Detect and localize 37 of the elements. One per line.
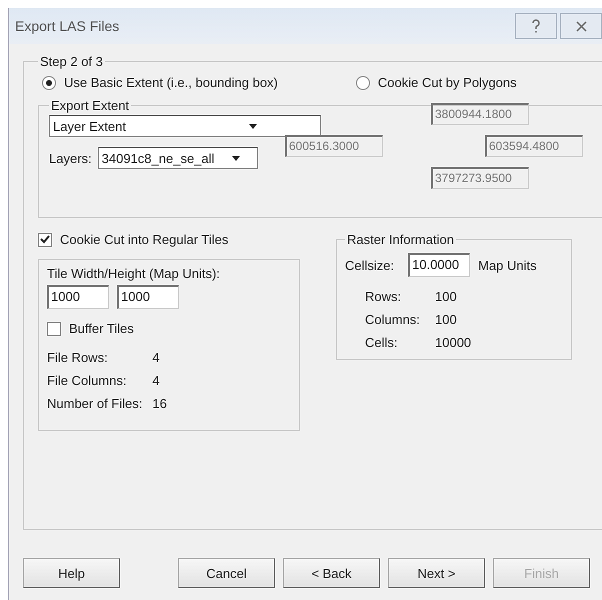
group-title: Export Extent	[50, 98, 130, 113]
tile-height-field[interactable]: 1000	[117, 285, 179, 309]
radio-label[interactable]: Use Basic Extent (i.e., bounding box)	[64, 75, 278, 90]
field-label: Cellsize:	[345, 258, 394, 272]
stat-label: Number of Files:	[47, 396, 142, 411]
stat-value: 16	[152, 396, 167, 411]
group-title: Raster Information	[346, 232, 455, 247]
radio-label[interactable]: Cookie Cut by Polygons	[378, 75, 517, 90]
layers-dropdown[interactable]: 34091c8_ne_se_all	[98, 147, 258, 169]
dialog-button[interactable]: < Back	[283, 558, 380, 588]
stat-label: Rows:	[365, 289, 402, 304]
stat-value: 10000	[435, 335, 472, 350]
group-title: Step 2 of 3	[39, 54, 104, 69]
extent-dropdown[interactable]: Layer Extent	[49, 115, 321, 137]
stat-label: File Columns:	[47, 373, 128, 388]
bottom-field[interactable]: 3797273.9500	[431, 167, 529, 189]
units-label: Map Units	[478, 258, 537, 272]
group-title: Tile Width/Height (Map Units):	[47, 266, 221, 281]
stat-label: File Rows:	[47, 350, 109, 365]
right-field[interactable]: 603594.4800	[485, 135, 583, 157]
dialog-button[interactable]: Help	[23, 558, 120, 588]
tile-width-field[interactable]: 1000	[47, 285, 109, 309]
stat-value: 100	[435, 289, 458, 304]
stat-value: 4	[152, 350, 161, 365]
checkbox-label[interactable]: Buffer Tiles	[69, 321, 134, 336]
dialog-button[interactable]: Cancel	[178, 558, 275, 588]
top-field[interactable]: 3800944.1800	[431, 103, 529, 125]
field-label: Layers:	[49, 150, 92, 166]
dialog-button[interactable]: Next >	[388, 558, 485, 588]
left-field[interactable]: 600516.3000	[285, 135, 383, 157]
cellsize-field[interactable]: 10.0000	[408, 253, 470, 277]
stat-label: Columns:	[365, 312, 421, 327]
window-title: Export LAS Files	[15, 18, 120, 34]
stat-label: Cells:	[365, 335, 399, 350]
stat-value: 4	[152, 373, 161, 388]
checkbox-label[interactable]: Cookie Cut into Regular Tiles	[60, 232, 228, 247]
stat-value: 100	[435, 312, 458, 327]
